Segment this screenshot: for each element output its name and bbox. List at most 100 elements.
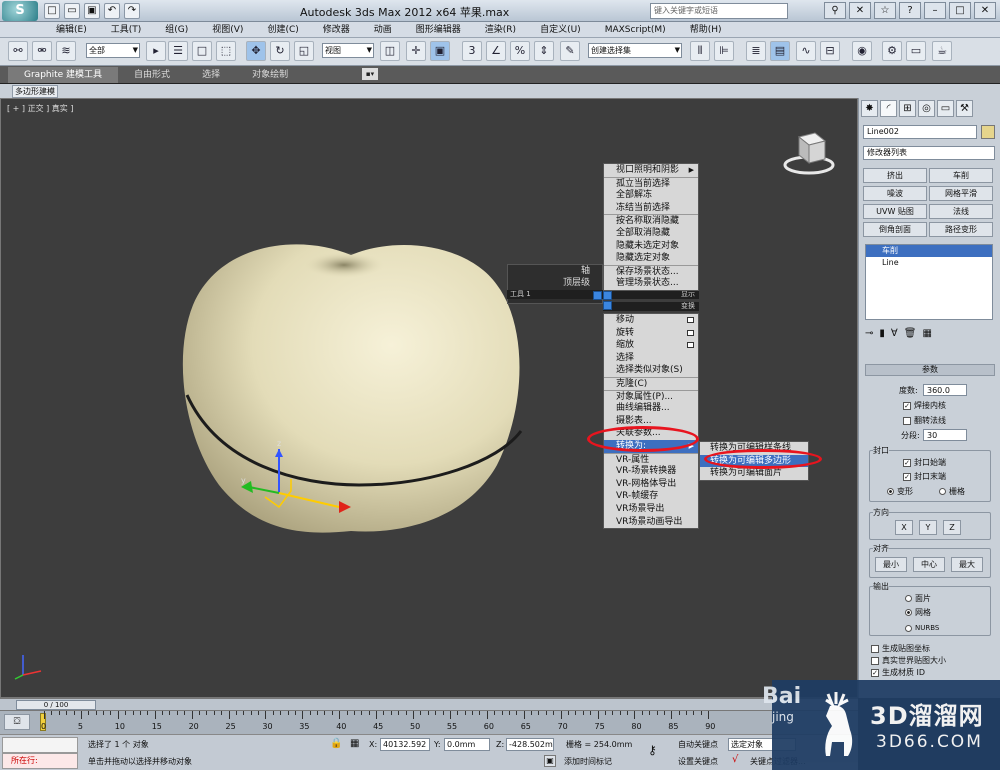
angle-snap-icon[interactable]: ∠ bbox=[486, 41, 506, 61]
convert-submenu-item[interactable]: 转换为可编辑面片 bbox=[700, 467, 808, 480]
mode-indicator[interactable]: 所在行: bbox=[2, 753, 78, 769]
quad-center-square[interactable] bbox=[603, 301, 612, 310]
quad-item[interactable]: 隐藏未选定对象 bbox=[604, 240, 698, 253]
gen-material-id-checkbox[interactable]: ✓ 生成材质 ID bbox=[871, 668, 925, 678]
ribbon-options-icon[interactable]: ▪▾ bbox=[362, 68, 378, 80]
quad-item[interactable]: 按名称取消隐藏 bbox=[604, 214, 698, 227]
quad-item[interactable]: VR-属性 bbox=[604, 452, 698, 466]
modifier-list-select[interactable]: 修改器列表 bbox=[863, 146, 995, 160]
quad-item[interactable]: VR-网格体导出 bbox=[604, 478, 698, 491]
x-coordinate-field[interactable]: 40132.592 bbox=[380, 738, 430, 751]
reference-coord-select[interactable]: 视图 bbox=[322, 43, 374, 58]
apple-model[interactable]: z y bbox=[179, 235, 524, 543]
save-icon[interactable]: ▣ bbox=[84, 3, 100, 19]
render-setup-icon[interactable]: ⚙ bbox=[882, 41, 902, 61]
morph-radio[interactable]: 变形 bbox=[887, 487, 913, 497]
y-coordinate-field[interactable]: 0.0mm bbox=[444, 738, 490, 751]
menu-item[interactable]: 创建(C) bbox=[255, 23, 310, 37]
align-icon[interactable]: ⊫ bbox=[714, 41, 734, 61]
gen-map-coords-checkbox[interactable]: 生成贴图坐标 bbox=[871, 644, 930, 654]
quad-item[interactable]: 克隆(C) bbox=[604, 376, 698, 390]
pivot-center-icon[interactable]: ◫ bbox=[380, 41, 400, 61]
align-center-button[interactable]: 中心 bbox=[913, 557, 945, 572]
stack-item-line[interactable]: Line bbox=[866, 257, 992, 269]
modifier-stack[interactable]: 车削 Line bbox=[865, 244, 993, 320]
settings-box-icon[interactable] bbox=[687, 342, 694, 349]
app-logo[interactable]: S bbox=[2, 1, 38, 21]
modifier-button[interactable]: 网格平滑 bbox=[929, 186, 993, 201]
quad-item-top-level[interactable]: 顶层级 bbox=[508, 277, 602, 289]
percent-snap-icon[interactable]: % bbox=[510, 41, 530, 61]
tools-icon[interactable]: ✕ bbox=[849, 2, 871, 19]
show-end-result-icon[interactable]: ▮ bbox=[879, 326, 885, 342]
select-object-icon[interactable]: ▸ bbox=[146, 41, 166, 61]
link-icon[interactable]: ⚯ bbox=[8, 41, 28, 61]
modifier-button[interactable]: 法线 bbox=[929, 204, 993, 219]
snap-toggle-icon[interactable]: 3 bbox=[462, 41, 482, 61]
real-world-map-checkbox[interactable]: 真实世界贴图大小 bbox=[871, 656, 946, 666]
track-bar[interactable]: ⛋ 0 5 10 15 20 25 30 35 40 45 50 55 60 65 70 75 80 85 90 bbox=[0, 710, 858, 734]
configure-sets-icon[interactable]: ▦ bbox=[922, 326, 931, 342]
quad-item[interactable]: VR-场景转换器 bbox=[604, 465, 698, 478]
quad-item[interactable]: 对象属性(P)... bbox=[604, 389, 698, 403]
cap-start-checkbox[interactable]: ✓ 封口始端 bbox=[903, 458, 946, 468]
set-key-filter-icon[interactable]: √ bbox=[732, 754, 738, 765]
direction-z-button[interactable]: Z bbox=[943, 520, 961, 535]
set-key-button[interactable]: 设置关键点 bbox=[678, 757, 718, 767]
ribbon-tab[interactable]: 选择 bbox=[186, 67, 236, 83]
maximize-button[interactable]: □ bbox=[949, 2, 971, 19]
menu-item[interactable]: 工具(T) bbox=[99, 23, 154, 37]
pin-stack-icon[interactable]: ⊸ bbox=[865, 326, 873, 342]
quad-item-pivot[interactable]: 轴 bbox=[508, 265, 602, 277]
display-tab-icon[interactable]: ▭ bbox=[937, 100, 954, 117]
output-nurbs-radio[interactable]: NURBS bbox=[905, 623, 939, 633]
utilities-tab-icon[interactable]: ⚒ bbox=[956, 100, 973, 117]
viewport[interactable]: [ + ] 正交 ] 真实 ] z y bbox=[0, 98, 858, 698]
binoculars-icon[interactable]: ⚲ bbox=[824, 2, 846, 19]
quad-item[interactable]: 曲线编辑器... bbox=[604, 402, 698, 415]
rendered-frame-icon[interactable]: ▭ bbox=[906, 41, 926, 61]
mirror-icon[interactable]: ⫴ bbox=[690, 41, 710, 61]
quad-item[interactable]: 隐藏选定对象 bbox=[604, 252, 698, 265]
rect-selection-icon[interactable]: □ bbox=[192, 41, 212, 61]
modifier-button[interactable]: 噪波 bbox=[863, 186, 927, 201]
quad-item[interactable]: 全部取消隐藏 bbox=[604, 227, 698, 240]
redo-icon[interactable]: ↷ bbox=[124, 3, 140, 19]
quad-item[interactable]: 孤立当前选择 bbox=[604, 176, 698, 190]
select-manipulate-icon[interactable]: ✛ bbox=[406, 41, 426, 61]
quad-item[interactable]: 管理场景状态... bbox=[604, 277, 698, 290]
create-tab-icon[interactable]: ✸ bbox=[861, 100, 878, 117]
unlink-icon[interactable]: ⚮ bbox=[32, 41, 52, 61]
edit-named-selection-icon[interactable]: ✎ bbox=[560, 41, 580, 61]
menu-item[interactable]: 组(G) bbox=[153, 23, 200, 37]
quad-center-square[interactable] bbox=[603, 291, 612, 300]
minimize-button[interactable]: – bbox=[924, 2, 946, 19]
menu-item[interactable]: MAXScript(M) bbox=[593, 23, 678, 37]
move-icon[interactable]: ✥ bbox=[246, 41, 266, 61]
modifier-button[interactable]: 倒角剖面 bbox=[863, 222, 927, 237]
help-icon[interactable]: ? bbox=[899, 2, 921, 19]
close-button[interactable]: ✕ bbox=[974, 2, 996, 19]
align-min-button[interactable]: 最小 bbox=[875, 557, 907, 572]
quad-item[interactable]: 移动 bbox=[604, 314, 698, 327]
quad-item[interactable]: 保存场景状态... bbox=[604, 264, 698, 278]
quad-item[interactable]: VR场景动画导出 bbox=[604, 516, 698, 529]
cap-end-checkbox[interactable]: ✓ 封口末端 bbox=[903, 472, 946, 482]
align-max-button[interactable]: 最大 bbox=[951, 557, 983, 572]
modifier-button[interactable]: 车削 bbox=[929, 168, 993, 183]
menu-item[interactable]: 渲染(R) bbox=[473, 23, 528, 37]
quad-item[interactable]: 选择 bbox=[604, 352, 698, 365]
quad-item[interactable]: 选择类似对象(S) bbox=[604, 364, 698, 377]
lock-icon[interactable]: 🔒 bbox=[330, 738, 342, 749]
menu-item[interactable]: 图形编辑器 bbox=[404, 23, 473, 37]
quad-item[interactable]: VR-帧缓存 bbox=[604, 490, 698, 503]
menu-item[interactable]: 修改器 bbox=[311, 23, 362, 37]
open-icon[interactable]: ▭ bbox=[64, 3, 80, 19]
direction-y-button[interactable]: Y bbox=[919, 520, 937, 535]
stack-item-lathe[interactable]: 车削 bbox=[866, 245, 992, 257]
new-icon[interactable]: □ bbox=[44, 3, 60, 19]
quad-item[interactable]: 旋转 bbox=[604, 327, 698, 340]
help-search-input[interactable]: 键入关键字或短语 bbox=[650, 3, 788, 19]
mini-curve-editor-icon[interactable]: ⛋ bbox=[4, 714, 30, 730]
select-by-name-icon[interactable]: ☰ bbox=[168, 41, 188, 61]
